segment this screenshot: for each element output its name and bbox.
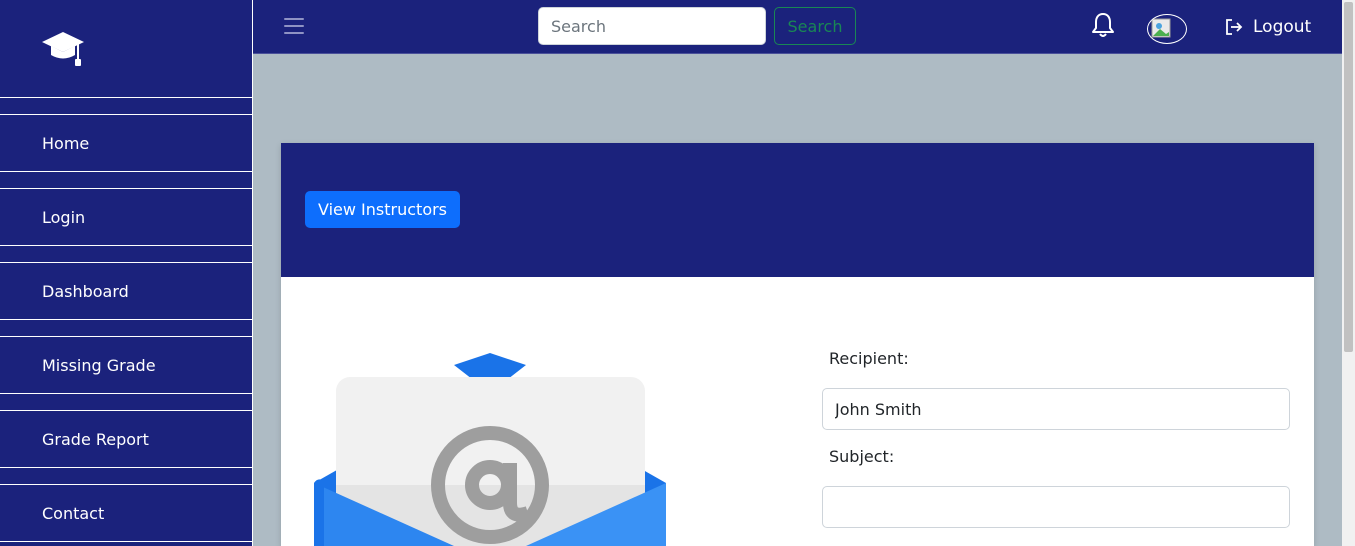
sidebar-item-grade-report[interactable]: Grade Report	[0, 410, 253, 468]
page-scrollbar[interactable]	[1342, 0, 1355, 546]
subject-label: Subject:	[829, 447, 895, 466]
sidebar: Home Login Dashboard Missing Grade Grade…	[0, 0, 253, 546]
sidebar-item-contact[interactable]: Contact	[0, 484, 253, 542]
sidebar-item-label: Contact	[42, 503, 105, 523]
email-envelope-icon	[314, 353, 666, 546]
recipient-field[interactable]	[822, 388, 1290, 430]
sidebar-item-label: Dashboard	[42, 281, 129, 301]
scrollbar-thumb[interactable]	[1344, 2, 1353, 352]
avatar[interactable]	[1147, 14, 1187, 44]
logout-icon	[1226, 19, 1243, 35]
view-instructors-button[interactable]: View Instructors	[305, 191, 461, 228]
recipient-label: Recipient:	[829, 349, 909, 368]
logout-label: Logout	[1253, 17, 1312, 37]
logo-divider	[0, 97, 253, 98]
sidebar-item-home[interactable]: Home	[0, 114, 253, 172]
card-header: View Instructors	[281, 143, 1314, 277]
sidebar-item-missing-grade[interactable]: Missing Grade	[0, 336, 253, 394]
sidebar-item-label: Missing Grade	[42, 355, 156, 375]
top-navbar: Search Logout	[253, 0, 1342, 54]
sidebar-item-login[interactable]: Login	[0, 188, 253, 246]
message-card: View Instructors Recipient: Subject:	[281, 143, 1314, 546]
search-button[interactable]: Search	[774, 7, 856, 45]
graduation-cap-icon[interactable]	[40, 28, 86, 70]
sidebar-item-label: Grade Report	[42, 429, 149, 449]
subject-field[interactable]	[822, 486, 1290, 528]
search-input[interactable]	[538, 7, 766, 45]
sidebar-item-dashboard[interactable]: Dashboard	[0, 262, 253, 320]
sidebar-item-label: Home	[42, 133, 90, 153]
bell-icon[interactable]	[1091, 12, 1115, 38]
hamburger-menu-icon[interactable]	[284, 18, 304, 36]
logout-button[interactable]: Logout	[1225, 17, 1311, 37]
sidebar-item-label: Login	[42, 207, 86, 227]
